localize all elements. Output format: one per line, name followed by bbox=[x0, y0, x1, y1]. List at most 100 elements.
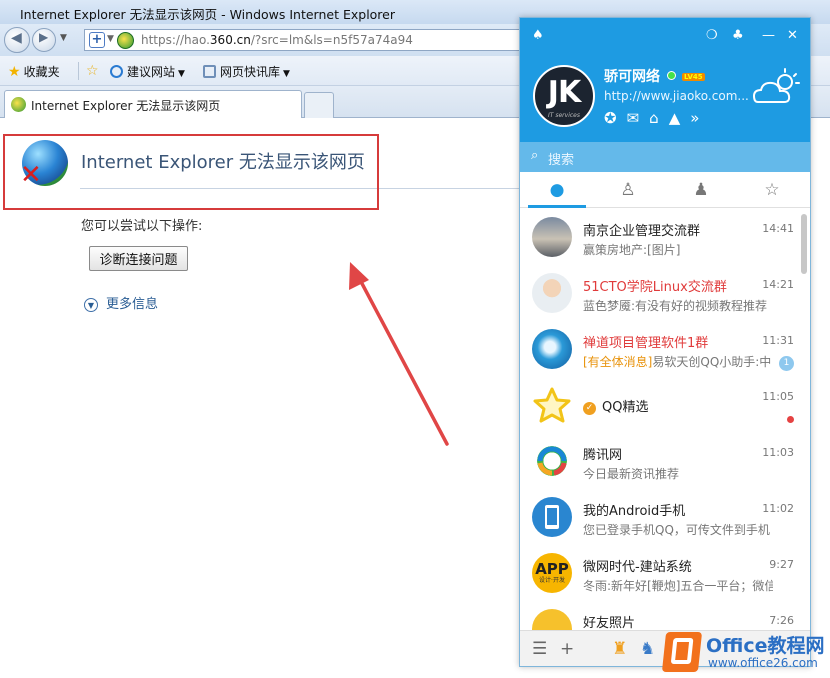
qq-header: ♠ ❍ ♣ — ✕ JK IT services 骄可网络 LV45 http:/… bbox=[520, 18, 810, 142]
shirt-icon[interactable]: ♣ bbox=[732, 28, 744, 43]
search-input[interactable]: 搜索 bbox=[548, 149, 574, 168]
add-icon[interactable]: + bbox=[560, 639, 574, 659]
tab-underline bbox=[528, 205, 586, 208]
web-slice-gallery-button[interactable]: 网页快讯库 ▼ bbox=[203, 63, 290, 80]
app-avatar: APP 设计·开发 bbox=[532, 553, 572, 593]
conversation-item[interactable]: 好友照片 7:26 bbox=[520, 602, 810, 630]
tab-messages[interactable]: ● bbox=[545, 180, 569, 202]
conversation-item[interactable]: 南京企业管理交流群 赢策房地产:[图片] 14:41 bbox=[520, 210, 810, 266]
conversation-name: 南京企业管理交流群 bbox=[583, 224, 701, 239]
unread-dot bbox=[787, 416, 794, 423]
conversation-item[interactable]: 禅道项目管理软件1群 [有全体消息]易软天创QQ小助手:中 11:31 1 bbox=[520, 322, 810, 378]
star-avatar-icon bbox=[532, 385, 572, 425]
window-title: Internet Explorer 无法显示该网页 - Windows Inte… bbox=[20, 7, 396, 22]
conversation-name: 禅道项目管理软件1群 bbox=[583, 336, 709, 351]
conversation-time: 11:05 bbox=[762, 390, 794, 403]
search-bar[interactable]: ⌕ 搜索 bbox=[520, 142, 810, 172]
conversation-time: 7:26 bbox=[769, 614, 794, 627]
conversation-item[interactable]: 51CTO学院Linux交流群 蓝色梦魇:有没有好的视频教程推荐 14:21 bbox=[520, 266, 810, 322]
address-bar[interactable]: + ▼ https://hao.360.cn/?src=lm&ls=n5f57a… bbox=[84, 29, 520, 51]
verified-icon: ✓ bbox=[583, 402, 596, 415]
home-icon[interactable]: ⌂ bbox=[649, 109, 659, 127]
photo-avatar-icon bbox=[532, 609, 572, 630]
site-360-icon bbox=[117, 32, 134, 49]
conversation-preview: 今日最新资讯推荐 bbox=[583, 467, 680, 481]
profile-tools: ✪ ✉ ⌂ ▲ » bbox=[604, 109, 709, 127]
watermark: Office教程网 www.office26.com bbox=[661, 628, 830, 678]
menu-icon[interactable]: ☰ bbox=[532, 639, 547, 659]
close-icon[interactable]: ✕ bbox=[787, 28, 798, 43]
conversation-name: 51CTO学院Linux交流群 bbox=[583, 280, 727, 295]
suggested-sites-button[interactable]: 建议网站 ▼ bbox=[110, 63, 185, 80]
star-icon[interactable]: ✪ bbox=[604, 109, 617, 127]
qq-penguin-icon[interactable]: ♠ bbox=[532, 28, 544, 43]
tab-current[interactable]: Internet Explorer 无法显示该网页 bbox=[4, 90, 302, 118]
divider bbox=[78, 62, 79, 80]
conversation-time: 11:03 bbox=[762, 446, 794, 459]
office-logo-icon bbox=[661, 632, 703, 672]
conversation-time: 11:31 bbox=[762, 334, 794, 347]
new-tab-button[interactable] bbox=[304, 92, 334, 118]
unread-badge: 1 bbox=[779, 356, 794, 371]
qq-panel: ♠ ❍ ♣ — ✕ JK IT services 骄可网络 LV45 http:/… bbox=[519, 17, 811, 667]
more-icon[interactable]: » bbox=[690, 109, 699, 127]
conversation-list: 南京企业管理交流群 赢策房地产:[图片] 14:41 51CTO学院Linux交… bbox=[520, 210, 810, 630]
conversation-item[interactable]: 我的Android手机 您已登录手机QQ，可传文件到手机 11:02 bbox=[520, 490, 810, 546]
conversation-item[interactable]: ✓ QQ精选 11:05 bbox=[520, 378, 810, 434]
group-avatar bbox=[532, 217, 572, 257]
watermark-url: www.office26.com bbox=[708, 656, 818, 670]
conversation-time: 14:21 bbox=[762, 278, 794, 291]
group-avatar bbox=[532, 329, 572, 369]
signature[interactable]: http://www.jiaoko.com... bbox=[604, 89, 749, 103]
qq-tab-bar: ● ♙ ♟ ☆ bbox=[520, 172, 810, 208]
conversation-item[interactable]: 腾讯网 今日最新资讯推荐 11:03 bbox=[520, 434, 810, 490]
web-slice-icon bbox=[203, 65, 216, 78]
weather-cloudy-icon[interactable] bbox=[752, 66, 802, 108]
group-avatar bbox=[532, 273, 572, 313]
avatar[interactable]: JK IT services bbox=[533, 65, 595, 127]
add-to-favorites-bar-button[interactable]: ☆ bbox=[86, 63, 102, 79]
nickname[interactable]: 骄可网络 LV45 bbox=[604, 66, 705, 86]
conversation-name: 微网时代-建站系统 bbox=[583, 560, 692, 575]
phone-avatar-icon bbox=[532, 497, 572, 537]
conversation-name: 我的Android手机 bbox=[583, 504, 686, 519]
ie-icon bbox=[110, 65, 123, 78]
back-button[interactable]: ◀ bbox=[4, 27, 30, 53]
address-dropdown-icon[interactable]: ▼ bbox=[107, 34, 114, 44]
conversation-name: 腾讯网 bbox=[583, 448, 623, 463]
conversation-preview: 赢策房地产:[图片] bbox=[583, 243, 681, 257]
history-dropdown-icon[interactable]: ▼ bbox=[60, 33, 67, 43]
online-status-icon[interactable] bbox=[667, 71, 676, 80]
address-url[interactable]: https://hao.360.cn/?src=lm&ls=n5f57a74a9… bbox=[141, 33, 413, 47]
conversation-name: 好友照片 bbox=[583, 616, 636, 630]
minimize-icon[interactable]: — bbox=[762, 28, 775, 43]
chevron-down-icon: ▼ bbox=[283, 69, 290, 79]
tab-favorites[interactable]: ☆ bbox=[760, 180, 784, 202]
mail-icon[interactable]: ✉ bbox=[627, 109, 640, 127]
star-add-icon: ☆ bbox=[86, 63, 99, 79]
tab-label: Internet Explorer 无法显示该网页 bbox=[31, 99, 221, 113]
scrollbar[interactable] bbox=[801, 214, 807, 274]
triangle-icon[interactable]: ▲ bbox=[669, 109, 681, 127]
game-icon[interactable]: ♜ bbox=[612, 639, 627, 659]
add-favorite-icon[interactable]: + bbox=[89, 32, 105, 48]
tab-contacts[interactable]: ♙ bbox=[616, 180, 640, 202]
forward-button[interactable]: ▶ bbox=[32, 28, 56, 52]
tab-groups[interactable]: ♟ bbox=[689, 180, 713, 202]
app-icon[interactable]: ♞ bbox=[640, 639, 655, 659]
skin-icon[interactable]: ❍ bbox=[706, 28, 718, 43]
site-360-icon bbox=[11, 97, 26, 112]
conversation-time: 9:27 bbox=[769, 558, 794, 571]
conversation-preview: 冬雨:新年好[鞭炮]五合一平台；微信小 bbox=[583, 579, 773, 593]
chevron-down-icon: ▼ bbox=[178, 69, 185, 79]
search-icon: ⌕ bbox=[531, 148, 539, 163]
favorites-button[interactable]: ★ 收藏夹 bbox=[8, 63, 60, 80]
avatar-text: JK bbox=[547, 75, 581, 110]
back-arrow-icon: ◀ bbox=[11, 30, 22, 46]
watermark-title: Office教程网 bbox=[706, 635, 825, 657]
conversation-time: 14:41 bbox=[762, 222, 794, 235]
avatar-subtext: IT services bbox=[548, 112, 580, 119]
conversation-time: 11:02 bbox=[762, 502, 794, 515]
conversation-item[interactable]: APP 设计·开发 微网时代-建站系统 冬雨:新年好[鞭炮]五合一平台；微信小 … bbox=[520, 546, 810, 602]
conversation-name: ✓ QQ精选 bbox=[583, 396, 648, 415]
